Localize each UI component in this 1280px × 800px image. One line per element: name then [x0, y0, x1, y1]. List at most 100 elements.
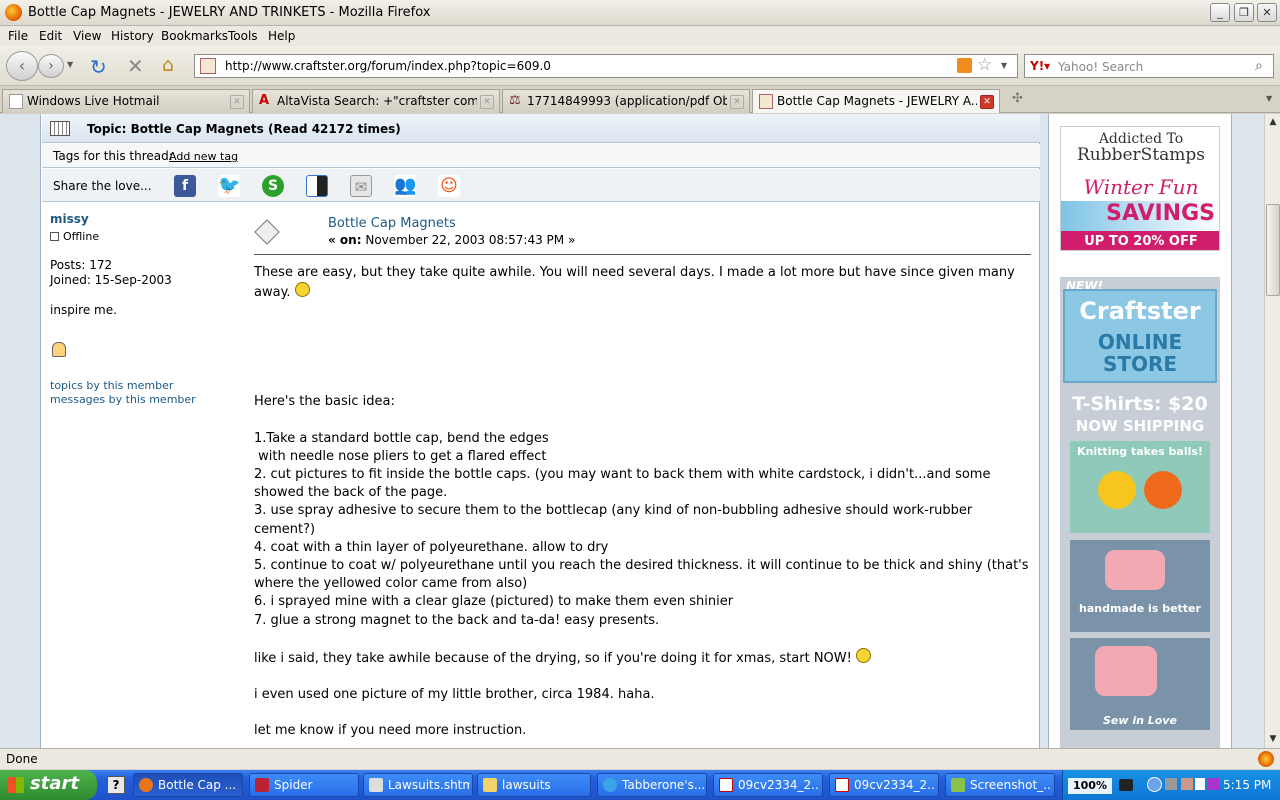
start-label: start — [30, 773, 79, 794]
messages-by-member-link[interactable]: messages by this member — [50, 393, 196, 406]
menu-file[interactable]: File — [8, 29, 28, 43]
stumbleupon-icon[interactable]: S — [262, 175, 284, 197]
tab-label: Bottle Cap Magnets - JEWELRY A... — [777, 94, 977, 108]
rubber-stamps-ad[interactable]: Addicted To RubberStamps Winter Fun SAVIN… — [1060, 126, 1220, 251]
yarn-ball-icon — [1098, 471, 1136, 509]
menu-history[interactable]: History — [111, 29, 154, 43]
maximize-button[interactable]: ❐ — [1234, 3, 1254, 22]
step-7: 7. glue a strong magnet to the back and … — [254, 612, 660, 628]
start-button[interactable]: start — [0, 770, 97, 800]
add-tag-link[interactable]: Add new tag — [169, 150, 238, 163]
close-window-button[interactable]: ✕ — [1257, 3, 1277, 22]
scroll-down-icon[interactable]: ▼ — [1266, 732, 1280, 746]
document-icon — [369, 778, 383, 792]
ad-line: Winter Fun — [1083, 175, 1199, 199]
url-dropdown-icon[interactable]: ▼ — [1001, 61, 1007, 70]
scrollbar-thumb[interactable] — [1266, 204, 1280, 296]
taskbar-pdf-2[interactable]: 09cv2334_2... — [829, 773, 939, 797]
search-icon[interactable]: ⌕ — [1255, 58, 1263, 74]
app-tray-icon[interactable] — [1207, 778, 1219, 790]
menu-view[interactable]: View — [73, 29, 101, 43]
menu-tools[interactable]: Tools — [228, 29, 258, 43]
tab-list-icon[interactable]: ▼ — [1266, 94, 1272, 103]
ad-heading: Addicted To RubberStamps — [1061, 131, 1219, 164]
taskbar-tabberone[interactable]: Tabberone's... — [597, 773, 707, 797]
menu-edit[interactable]: Edit — [39, 29, 62, 43]
poster-name[interactable]: missy — [50, 212, 89, 226]
delicious-icon[interactable] — [306, 175, 328, 197]
minimize-button[interactable]: _ — [1210, 3, 1230, 22]
back-button[interactable]: ‹ — [6, 51, 38, 81]
security-icon[interactable] — [1181, 778, 1193, 790]
taskbar-label: 09cv2334_2... — [738, 778, 820, 792]
taskbar-lawsuits-shtml[interactable]: Lawsuits.shtml — [363, 773, 473, 797]
menu-bookmarks[interactable]: Bookmarks — [161, 29, 228, 43]
facebook-icon[interactable]: f — [174, 175, 196, 197]
reload-icon[interactable]: ↻ — [90, 55, 107, 79]
speaker-icon[interactable] — [1165, 778, 1177, 790]
tab-hotmail[interactable]: Windows Live Hotmail ✕ — [2, 89, 250, 113]
reddit-icon[interactable]: ☺ — [438, 175, 460, 197]
window-title: Bottle Cap Magnets - JEWELRY AND TRINKET… — [28, 5, 431, 20]
taskbar-label: lawsuits — [502, 778, 551, 792]
status-text: Offline — [63, 230, 100, 243]
close-tab-icon[interactable]: ✕ — [730, 95, 744, 109]
tab-label: AltaVista Search: +"craftster communit..… — [277, 94, 477, 108]
zoom-indicator[interactable]: 100% — [1068, 778, 1112, 794]
step-6: 6. i sprayed mine with a clear glaze (pi… — [254, 594, 734, 610]
tab-pdf[interactable]: ⚖ 17714849993 (application/pdf Object) ✕ — [502, 89, 750, 113]
bookmark-star-icon[interactable]: ☆ — [977, 55, 992, 75]
ad-panel-text: handmade is better — [1079, 602, 1201, 615]
close-tab-icon[interactable]: ✕ — [980, 95, 994, 109]
topic-title: Topic: Bottle Cap Magnets (Read 42172 ti… — [87, 122, 401, 136]
new-tab-icon[interactable]: ✣ — [1012, 91, 1023, 106]
arrow-tray-icon[interactable] — [1147, 777, 1162, 792]
menu-help[interactable]: Help — [268, 29, 295, 43]
tab-altavista[interactable]: A AltaVista Search: +"craftster communit… — [252, 89, 500, 113]
yahoo-engine-icon[interactable]: Y!▾ — [1030, 59, 1050, 73]
post-subject[interactable]: Bottle Cap Magnets — [328, 216, 456, 231]
search-box[interactable]: Y!▾ Yahoo! Search ⌕ — [1024, 54, 1274, 78]
navigation-toolbar: ‹ › ▼ ↻ ✕ ⌂ http://www.craftster.org/for… — [0, 46, 1280, 86]
stop-icon[interactable]: ✕ — [127, 54, 144, 78]
topics-by-member-link[interactable]: topics by this member — [50, 379, 173, 392]
ad-line: NOW SHIPPING — [1075, 417, 1205, 435]
friends-icon[interactable]: 👥 — [394, 175, 416, 197]
ad-line: Craftster — [1079, 297, 1201, 325]
poster-status: Offline — [50, 230, 99, 243]
network-icon[interactable] — [1119, 779, 1133, 791]
sidebar-ads: Addicted To RubberStamps Winter Fun SAVIN… — [1048, 114, 1232, 748]
close-tab-icon[interactable]: ✕ — [230, 95, 244, 109]
history-dropdown-icon[interactable]: ▼ — [67, 60, 73, 69]
close-tab-icon[interactable]: ✕ — [480, 95, 494, 109]
vertical-scrollbar[interactable]: ▲ ▼ — [1264, 114, 1280, 748]
addon-status-icon[interactable] — [1258, 751, 1274, 767]
firefox-icon — [5, 4, 22, 21]
taskbar-spider[interactable]: Spider — [249, 773, 359, 797]
paint-icon — [951, 778, 965, 792]
sewing-machine-icon — [1095, 646, 1157, 696]
taskbar-lawsuits-folder[interactable]: lawsuits — [477, 773, 591, 797]
page-content: Topic: Bottle Cap Magnets (Read 42172 ti… — [0, 114, 1264, 748]
ie-icon — [603, 778, 617, 792]
clipboard-icon[interactable] — [1195, 778, 1205, 790]
scroll-up-icon[interactable]: ▲ — [1266, 115, 1280, 129]
profile-icon[interactable] — [52, 342, 66, 357]
post-para3: i even used one picture of my little bro… — [254, 687, 655, 703]
craftster-store-ad[interactable]: NEW! Craftster ONLINE STORE T-Shirts: $2… — [1060, 277, 1220, 748]
taskbar-screenshot[interactable]: Screenshot_... — [945, 773, 1055, 797]
twitter-icon[interactable]: 🐦 — [218, 175, 240, 197]
url-text[interactable]: http://www.craftster.org/forum/index.php… — [225, 59, 551, 73]
taskbar-pdf-1[interactable]: 09cv2334_2... — [713, 773, 823, 797]
email-icon[interactable]: ✉ — [350, 175, 372, 197]
search-placeholder[interactable]: Yahoo! Search — [1058, 60, 1143, 74]
rss-feed-icon[interactable] — [957, 58, 972, 73]
tab-bottle-cap[interactable]: Bottle Cap Magnets - JEWELRY A... ✕ — [752, 89, 1000, 113]
taskbar-label: Spider — [274, 778, 313, 792]
help-icon[interactable]: ? — [107, 776, 125, 794]
taskbar-firefox[interactable]: Bottle Cap ... — [133, 773, 243, 797]
forward-button[interactable]: › — [38, 54, 64, 78]
home-icon[interactable]: ⌂ — [162, 54, 174, 76]
url-bar[interactable]: http://www.craftster.org/forum/index.php… — [194, 54, 1018, 78]
post-spacer — [254, 668, 1031, 686]
